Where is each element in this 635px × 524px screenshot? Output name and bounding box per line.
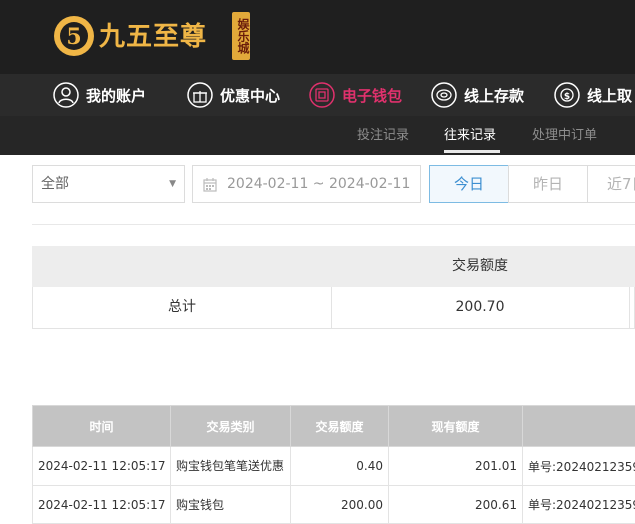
column-header-note	[522, 405, 635, 447]
nav-item-wallet[interactable]: 电子钱包	[309, 74, 402, 116]
row-type: 购宝钱包	[170, 485, 291, 524]
nav-item-withdraw[interactable]: $ 线上取	[554, 74, 632, 116]
main-nav: 我的账户 优惠中心 电子钱包 线上存款 $ 线上取	[0, 74, 635, 117]
wallet-icon	[309, 82, 335, 108]
row-note: 单号:20240212359	[522, 485, 635, 524]
transactions-table: 时间 交易类别 交易额度 现有额度 2024-02-11 12:05:17 购宝…	[32, 405, 635, 524]
nav-item-promotions[interactable]: 优惠中心	[187, 74, 280, 116]
deposit-icon	[431, 82, 457, 108]
table-row: 2024-02-11 12:05:17 购宝钱包笔笔送优惠 0.40 201.0…	[32, 446, 635, 486]
row-amount: 0.40	[290, 446, 389, 486]
brand-logo[interactable]: 5 九五至尊 娱乐城	[52, 8, 257, 66]
summary-header-label: 交易额度	[452, 258, 508, 274]
row-amount: 200.00	[290, 485, 389, 524]
site-header: 5 九五至尊 娱乐城	[0, 0, 635, 74]
row-balance: 200.61	[388, 485, 523, 524]
row-balance: 201.01	[388, 446, 523, 486]
sub-nav: 投注记录 往来记录 处理中订单	[0, 116, 635, 155]
nav-label-promotions: 优惠中心	[220, 86, 281, 105]
nav-label-withdraw: 线上取	[587, 86, 633, 105]
table-row: 2024-02-11 12:05:17 购宝钱包 200.00 200.61 单…	[32, 485, 635, 524]
caret-down-icon: ▼	[169, 179, 176, 189]
column-header-time: 时间	[32, 405, 171, 447]
logo-mark-icon: 5	[54, 16, 94, 56]
brand-name: 九五至尊	[99, 22, 208, 52]
nav-item-deposit[interactable]: 线上存款	[431, 74, 524, 116]
active-tab-indicator	[444, 150, 500, 153]
yesterday-button[interactable]: 昨日	[508, 165, 588, 203]
column-header-balance: 现有额度	[388, 405, 523, 447]
nav-label-wallet: 电子钱包	[342, 86, 403, 105]
row-time: 2024-02-11 12:05:17	[32, 446, 171, 486]
tab-pending-orders[interactable]: 处理中订单	[532, 116, 597, 155]
date-range-value: 2024-02-11 ~ 2024-02-11	[227, 176, 411, 192]
column-header-type: 交易类别	[170, 405, 291, 447]
brand-badge: 娱乐城	[232, 12, 250, 60]
nav-label-account: 我的账户	[86, 86, 147, 105]
summary-total-value: 200.70	[331, 287, 630, 328]
transaction-type-value: 全部	[41, 176, 69, 192]
row-time: 2024-02-11 12:05:17	[32, 485, 171, 524]
nav-label-deposit: 线上存款	[464, 86, 525, 105]
withdraw-icon: $	[554, 82, 580, 108]
calendar-icon	[203, 178, 217, 192]
column-header-amount: 交易额度	[290, 405, 389, 447]
logo-mark-text: 5	[66, 24, 81, 50]
summary-header: 交易额度	[32, 246, 635, 287]
date-range-input[interactable]: 2024-02-11 ~ 2024-02-11	[192, 165, 421, 203]
row-note: 单号:20240212359	[522, 446, 635, 486]
row-type: 购宝钱包笔笔送优惠	[170, 446, 291, 486]
tab-bet-records[interactable]: 投注记录	[357, 116, 409, 155]
divider	[32, 224, 635, 225]
user-icon	[53, 82, 79, 108]
transaction-type-select[interactable]: 全部 ▼	[32, 165, 185, 203]
today-button[interactable]: 今日	[429, 165, 509, 203]
gift-icon	[187, 82, 213, 108]
summary-row: 总计 200.70	[32, 287, 635, 329]
table-header-row: 时间 交易类别 交易额度 现有额度	[32, 405, 635, 447]
last-7-days-button[interactable]: 近7日	[587, 165, 635, 203]
nav-item-account[interactable]: 我的账户	[53, 74, 146, 116]
summary-total-label: 总计	[33, 287, 332, 328]
svg-text:$: $	[564, 92, 570, 102]
